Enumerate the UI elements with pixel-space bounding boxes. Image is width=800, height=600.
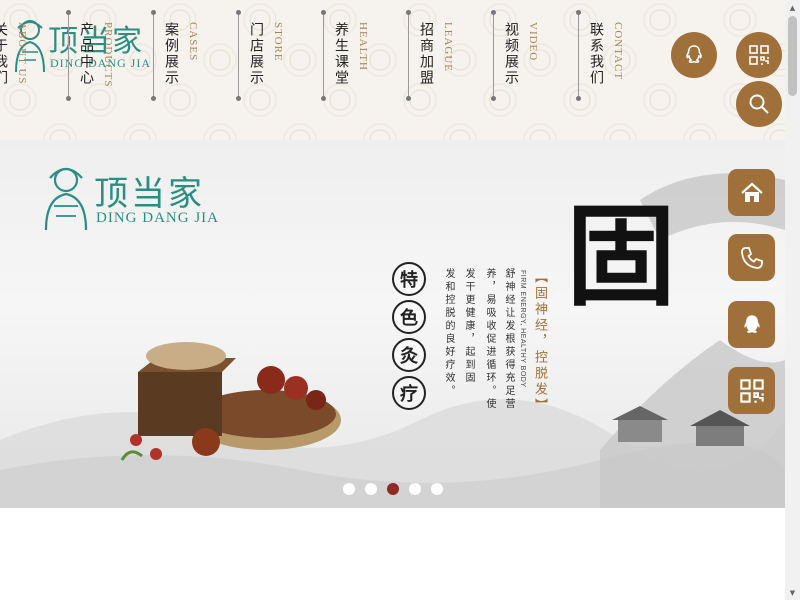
scroll-up-arrow-icon[interactable]: ▲ — [785, 0, 800, 15]
nav-divider — [323, 12, 324, 100]
carousel-pagination — [343, 483, 443, 495]
banner-desc-line: 发干更健康，起到固 — [463, 268, 474, 385]
home-icon — [740, 182, 763, 202]
carousel-dot[interactable] — [343, 483, 355, 495]
sidebar-phone-button[interactable] — [728, 234, 775, 281]
nav-label-en: VIDEO — [527, 22, 539, 62]
nav-label-en: ABOUT US — [16, 22, 28, 85]
nav-label-en: PRODUCTS — [102, 22, 114, 88]
feature-badge: 特 — [392, 262, 426, 296]
banner-logo-english: DING DANG JIA — [96, 210, 219, 226]
nav-divider-dot — [321, 96, 326, 101]
banner-slogan: 【固神经，控脱发】 — [532, 270, 547, 414]
nav-label-en: CASES — [187, 22, 199, 62]
nav-divider-dot — [236, 10, 241, 15]
banner-desc-line: 养，易吸收促进循环。使 — [484, 268, 495, 411]
nav-item-contact[interactable]: 联系我们 CONTACT — [576, 8, 658, 103]
nav-label-en: CONTACT — [612, 22, 624, 81]
nav-item-products[interactable]: 产品中心 PRODUCTS — [66, 8, 148, 103]
nav-item-about[interactable]: 关于我们 ABOUT US — [0, 8, 62, 103]
nav-label-cn: 关于我们 — [0, 22, 8, 86]
nav-label-cn: 招商加盟 — [418, 22, 434, 86]
nav-label-cn: 门店展示 — [248, 22, 264, 86]
nav-divider-dot — [236, 96, 241, 101]
banner-desc-line: 舒神经让发根获得充足营 — [503, 268, 514, 411]
nav-divider-dot — [491, 96, 496, 101]
nav-label-cn: 养生课堂 — [333, 22, 349, 86]
scroll-thumb[interactable] — [788, 16, 797, 96]
nav-divider — [493, 12, 494, 100]
herbal-products-image — [120, 342, 341, 461]
nav-divider-dot — [576, 10, 581, 15]
sidebar-qrcode-button[interactable] — [728, 367, 775, 414]
nav-item-video[interactable]: 视频展示 VIDEO — [491, 8, 573, 103]
header-qq-button[interactable] — [671, 32, 717, 78]
page-scrollbar[interactable]: ▲ ▼ — [785, 0, 800, 600]
nav-label-en: STORE — [272, 22, 284, 62]
feature-badge: 灸 — [392, 338, 426, 372]
nav-divider-dot — [406, 10, 411, 15]
sidebar-home-button[interactable] — [728, 169, 775, 216]
nav-divider-dot — [151, 96, 156, 101]
banner-big-character: 固 — [566, 192, 676, 321]
feature-badge: 疗 — [392, 376, 426, 410]
nav-label-cn: 产品中心 — [78, 22, 94, 86]
nav-divider — [153, 12, 154, 100]
nav-divider — [68, 12, 69, 100]
search-icon — [749, 94, 769, 114]
banner-slogan-english: FIRM ENERGY, HEALTHY BODY — [519, 270, 526, 388]
nav-label-cn: 案例展示 — [163, 22, 179, 86]
qrcode-icon — [739, 378, 764, 403]
main-nav: 关于我们 ABOUT US 产品中心 PRODUCTS 案例展示 CASES 门… — [0, 0, 700, 110]
header-qrcode-button[interactable] — [736, 32, 782, 78]
sidebar-qq-button[interactable] — [728, 301, 775, 348]
nav-label-cn: 视频展示 — [503, 22, 519, 86]
nav-divider — [408, 12, 409, 100]
nav-item-league[interactable]: 招商加盟 LEAGUE — [406, 8, 488, 103]
nav-label-cn: 联系我们 — [588, 22, 604, 86]
banner-desc-line: 发和控脱的良好疗效。 — [443, 268, 454, 398]
qrcode-icon — [749, 45, 769, 65]
nav-item-health[interactable]: 养生课堂 HEALTH — [321, 8, 403, 103]
nav-divider-dot — [576, 96, 581, 101]
banner-logo-chinese: 顶当家 — [94, 174, 205, 214]
nav-label-en: LEAGUE — [442, 22, 454, 72]
hero-banner: 顶当家 DING DANG JIA 固 特 色 灸 疗 【固神经，控脱发】 FI… — [0, 140, 785, 508]
carousel-dot-active[interactable] — [387, 483, 399, 495]
qq-icon — [743, 314, 760, 333]
carousel-dot[interactable] — [365, 483, 377, 495]
nav-divider-dot — [66, 96, 71, 101]
scroll-down-arrow-icon[interactable]: ▼ — [785, 585, 800, 600]
nav-divider — [238, 12, 239, 100]
qq-icon — [686, 45, 702, 64]
site-header: 顶当家 DING DANG JIA 关于我们 ABOUT US 产品中心 PRO… — [0, 0, 785, 140]
carousel-dot[interactable] — [409, 483, 421, 495]
nav-divider — [578, 12, 579, 100]
header-search-button[interactable] — [736, 81, 782, 127]
nav-divider-dot — [151, 10, 156, 15]
nav-label-en: HEALTH — [357, 22, 369, 71]
phone-icon — [740, 246, 763, 269]
carousel-dot[interactable] — [431, 483, 443, 495]
nav-item-store[interactable]: 门店展示 STORE — [236, 8, 318, 103]
nav-divider-dot — [491, 10, 496, 15]
feature-badge: 色 — [392, 300, 426, 334]
feature-badges: 特 色 灸 疗 — [392, 262, 426, 414]
doctor-figure-icon — [44, 167, 88, 231]
nav-divider-dot — [321, 10, 326, 15]
nav-divider-dot — [406, 96, 411, 101]
nav-divider-dot — [66, 10, 71, 15]
nav-item-cases[interactable]: 案例展示 CASES — [151, 8, 233, 103]
